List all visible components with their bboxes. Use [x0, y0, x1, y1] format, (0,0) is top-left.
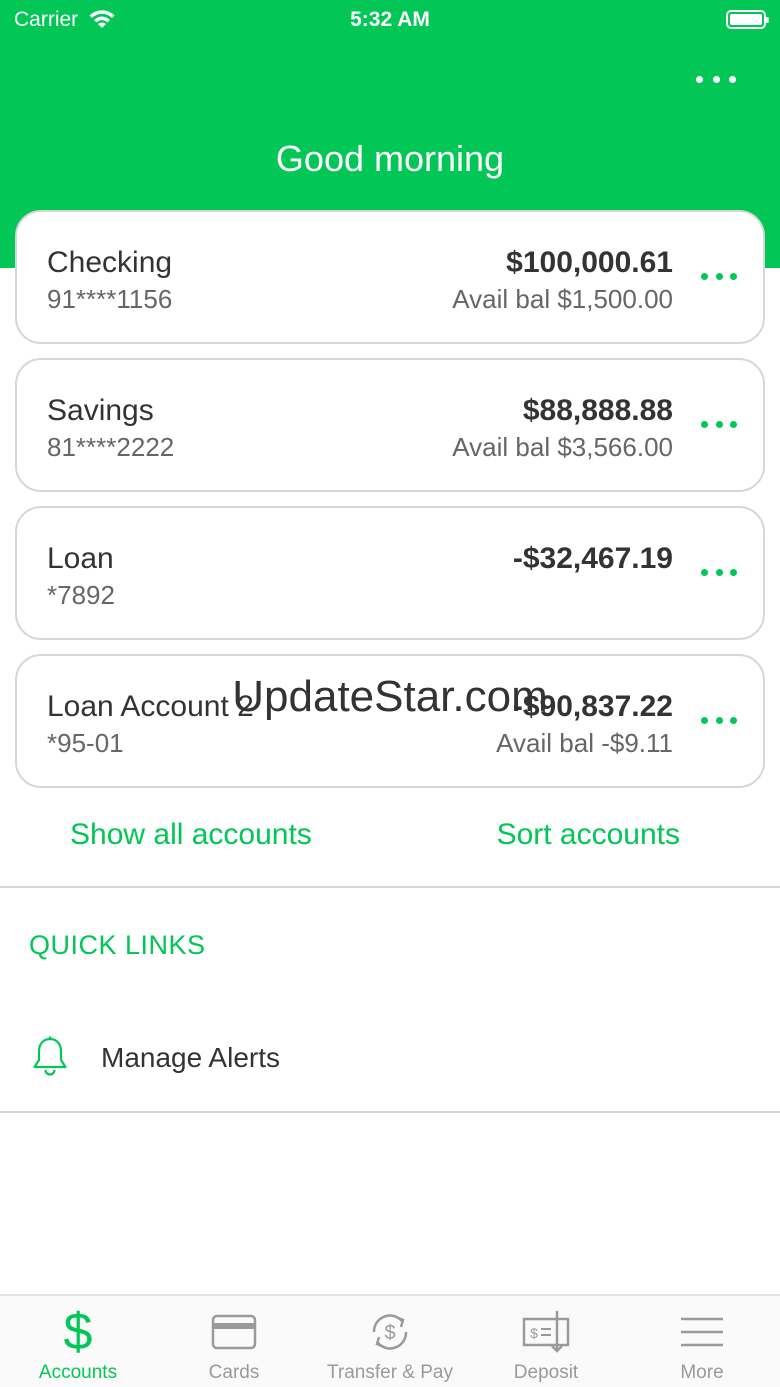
tab-transfer-pay[interactable]: $ Transfer & Pay: [312, 1296, 468, 1387]
transfer-icon: $: [360, 1308, 420, 1356]
section-divider: [0, 1111, 780, 1113]
dot-icon: [729, 75, 736, 83]
app-screen: Carrier 5:32 AM Good morning Checking 91…: [0, 0, 780, 1387]
bell-icon: [33, 1036, 67, 1076]
account-card-loan-2[interactable]: Loan Account 2 *95-01 -$90,837.22 Avail …: [15, 654, 765, 788]
account-available-balance: Avail bal $1,500.00: [452, 284, 673, 314]
account-balance: -$32,467.19: [512, 542, 673, 575]
section-divider: [0, 886, 780, 888]
dollar-icon: $: [63, 1303, 93, 1361]
account-more-button[interactable]: [701, 712, 737, 728]
account-more-button[interactable]: [701, 416, 737, 432]
svg-text:$: $: [384, 1322, 395, 1344]
show-all-accounts-link[interactable]: Show all accounts: [70, 818, 312, 852]
account-number: *95-01: [47, 728, 124, 758]
status-time: 5:32 AM: [350, 8, 430, 31]
account-available-balance: Avail bal -$9.11: [496, 728, 673, 758]
quick-link-manage-alerts[interactable]: Manage Alerts: [0, 1018, 780, 1098]
header-more-button[interactable]: [696, 66, 736, 92]
account-more-button[interactable]: [701, 564, 737, 580]
account-number: 91****1156: [47, 284, 173, 314]
svg-text:$: $: [530, 1325, 538, 1341]
tab-label: Accounts: [38, 1362, 118, 1383]
bottom-tab-bar: $ Accounts Cards $ Transfer & Pay $ Depo…: [0, 1294, 780, 1387]
battery-icon: [726, 10, 769, 29]
tab-label: More: [680, 1362, 724, 1383]
account-name: Savings: [47, 394, 154, 427]
tab-label: Deposit: [513, 1362, 579, 1383]
quick-links-title: QUICK LINKS: [29, 930, 206, 960]
tab-deposit[interactable]: $ Deposit: [468, 1296, 624, 1387]
quick-link-label: Manage Alerts: [101, 1042, 280, 1073]
menu-icon: [672, 1308, 732, 1356]
account-balance: $100,000.61: [506, 246, 673, 279]
tab-more[interactable]: More: [624, 1296, 780, 1387]
account-name: Loan: [47, 542, 114, 575]
account-actions-row: Show all accounts Sort accounts: [0, 818, 780, 858]
account-name: Loan Account 2: [47, 690, 254, 723]
account-name: Checking: [47, 246, 173, 279]
account-card-loan[interactable]: Loan *7892 -$32,467.19: [15, 506, 765, 640]
account-number: *7892: [47, 580, 115, 610]
check-deposit-icon: $: [516, 1308, 576, 1356]
dot-icon: [696, 75, 703, 83]
account-balance: $88,888.88: [522, 394, 673, 427]
sort-accounts-link[interactable]: Sort accounts: [497, 818, 680, 852]
status-bar: Carrier 5:32 AM: [0, 0, 780, 40]
tab-cards[interactable]: Cards: [156, 1296, 312, 1387]
account-number: 81****2222: [47, 432, 175, 462]
greeting-title: Good morning: [275, 138, 505, 179]
tab-label: Cards: [208, 1362, 260, 1383]
account-card-checking[interactable]: Checking 91****1156 $100,000.61 Avail ba…: [15, 210, 765, 344]
account-list: Checking 91****1156 $100,000.61 Avail ba…: [15, 210, 765, 802]
tab-label: Transfer & Pay: [326, 1362, 453, 1383]
tab-accounts[interactable]: $ Accounts: [0, 1296, 156, 1387]
dot-icon: [712, 75, 720, 83]
card-icon: [204, 1308, 264, 1356]
account-more-button[interactable]: [701, 268, 737, 284]
account-available-balance: Avail bal $3,566.00: [452, 432, 673, 462]
account-card-savings[interactable]: Savings 81****2222 $88,888.88 Avail bal …: [15, 358, 765, 492]
account-balance: -$90,837.22: [512, 690, 673, 723]
